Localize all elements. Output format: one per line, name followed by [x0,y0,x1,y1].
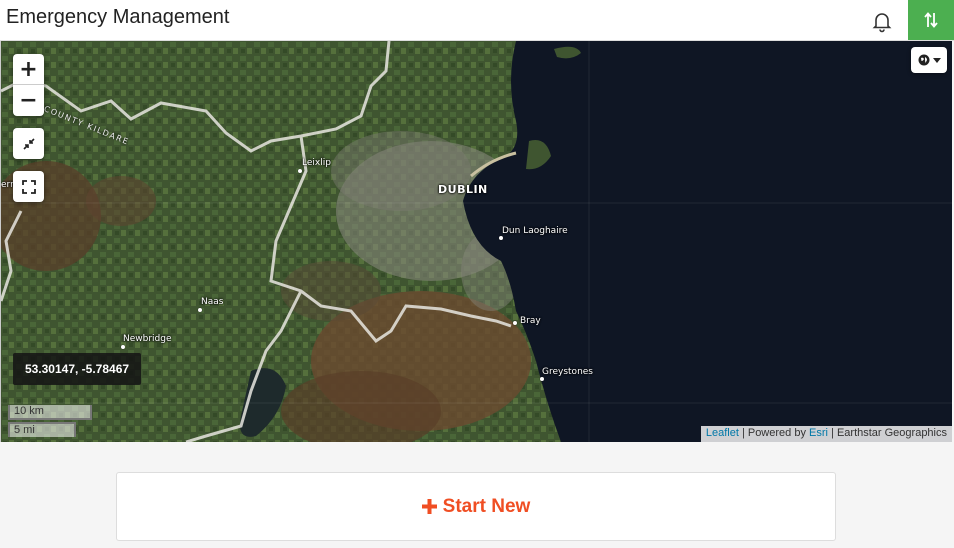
top-bar: Emergency Management [0,0,954,41]
place-label-dun-laoghaire: Dun Laoghaire [502,226,568,236]
bell-icon[interactable] [870,9,894,33]
globe-icon [918,54,929,66]
attribution-source: | Earthstar Geographics [831,427,947,439]
place-label-naas: Naas [201,297,224,307]
place-label-greystones: Greystones [542,367,593,377]
zoom-in-button[interactable]: + [13,54,44,85]
collapse-icon [22,137,35,150]
place-label-leixlip: Leixlip [302,158,331,168]
place-label-dublin: DUBLIN [438,183,488,196]
satellite-basemap [1,41,952,442]
place-marker [540,377,544,381]
place-label-newbridge: Newbridge [123,334,172,344]
sort-icon [924,12,938,28]
sort-button[interactable] [908,0,954,40]
coordinates-readout: 53.30147, -5.78467 [13,353,141,385]
map-view[interactable]: COUNTY KILDARE err Leixlip DUBLIN Dun La… [0,41,952,442]
zoom-out-button[interactable]: − [13,85,44,116]
place-marker [121,345,125,349]
app-title: Emergency Management [6,6,230,28]
esri-link[interactable]: Esri [809,427,828,439]
caret-down-icon [932,57,941,63]
place-marker [513,321,517,325]
place-marker [198,308,202,312]
content-area: Start New [0,442,954,548]
fullscreen-icon [21,179,36,194]
start-new-label-wrap: Start New [421,495,531,518]
place-label-edge: err [1,180,14,190]
attribution-text: | Powered by [741,427,806,439]
start-new-button[interactable]: Start New [116,472,836,541]
start-new-label: Start New [442,495,531,517]
place-label-bray: Bray [520,316,541,326]
scale-mi: 5 mi [8,422,76,437]
zoom-control: + − [13,54,44,116]
fullscreen-button[interactable] [13,171,44,202]
layer-switcher-button[interactable] [911,47,947,73]
plus-icon [421,499,437,514]
reset-view-button[interactable] [13,128,44,159]
map-attribution: Leaflet | Powered by Esri | Earthstar Ge… [700,426,952,442]
leaflet-link[interactable]: Leaflet [706,427,739,439]
place-marker [298,169,302,173]
scale-km: 10 km [8,405,92,420]
place-marker [499,236,503,240]
